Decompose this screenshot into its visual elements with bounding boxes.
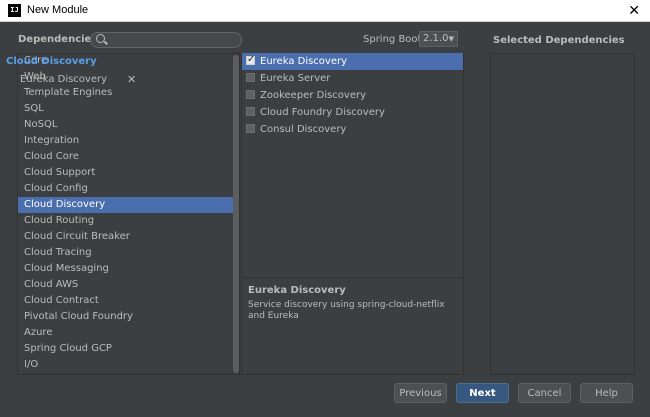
dependency-label: Consul Discovery bbox=[260, 124, 347, 135]
dependency-checkbox[interactable] bbox=[246, 107, 255, 116]
cancel-button[interactable]: Cancel bbox=[518, 383, 571, 403]
category-item[interactable]: Template Engines bbox=[18, 85, 233, 101]
dependency-item[interactable]: Eureka Server bbox=[242, 70, 463, 87]
category-item[interactable]: Cloud Core bbox=[18, 149, 233, 165]
category-item[interactable]: NoSQL bbox=[18, 117, 233, 133]
selected-dependencies-label: Selected Dependencies bbox=[493, 35, 625, 46]
dependency-checkbox[interactable]: ✓ bbox=[246, 54, 256, 65]
dependency-item[interactable]: Cloud Foundry Discovery bbox=[242, 104, 463, 121]
category-item[interactable]: Cloud Support bbox=[18, 165, 233, 181]
dependency-item[interactable]: Consul Discovery bbox=[242, 121, 463, 138]
window-title: New Module bbox=[27, 4, 89, 16]
spring-boot-version-value: 2.1.0 bbox=[423, 33, 449, 44]
search-input[interactable] bbox=[109, 33, 237, 47]
dependency-checkbox[interactable] bbox=[246, 73, 255, 82]
description-title: Eureka Discovery bbox=[248, 285, 346, 296]
dependency-label: Cloud Foundry Discovery bbox=[260, 107, 385, 118]
spring-boot-label: Spring Boot bbox=[363, 34, 422, 45]
intellij-app-icon: IJ bbox=[8, 4, 21, 17]
dependency-item[interactable]: Zookeeper Discovery bbox=[242, 87, 463, 104]
description-text: Service discovery using spring-cloud-net… bbox=[248, 300, 445, 321]
category-item[interactable]: Pivotal Cloud Foundry bbox=[18, 309, 233, 325]
selected-item-eureka-discovery: Eureka Discovery bbox=[20, 74, 108, 85]
category-item[interactable]: Cloud Config bbox=[18, 181, 233, 197]
category-item[interactable]: Cloud Discovery bbox=[18, 197, 233, 213]
chevron-down-icon: ▼ bbox=[448, 35, 454, 43]
selected-group-header: Cloud Discovery bbox=[6, 56, 97, 67]
dependency-label: Eureka Discovery bbox=[260, 56, 348, 67]
dependencies-label: Dependencies bbox=[18, 34, 98, 45]
next-button[interactable]: Next bbox=[456, 383, 509, 403]
remove-icon[interactable]: ✕ bbox=[127, 73, 136, 86]
search-icon bbox=[96, 34, 105, 43]
help-button[interactable]: Help bbox=[580, 383, 633, 403]
category-item[interactable]: Cloud Messaging bbox=[18, 261, 233, 277]
category-item[interactable]: Integration bbox=[18, 133, 233, 149]
selected-dependencies-panel bbox=[490, 53, 635, 375]
spring-boot-version-select[interactable]: 2.1.0 ▼ bbox=[419, 31, 458, 47]
dependency-checkbox[interactable] bbox=[246, 124, 255, 133]
close-icon[interactable]: ✕ bbox=[628, 2, 640, 20]
dependency-item[interactable]: ✓ Eureka Discovery bbox=[242, 53, 463, 70]
title-bar: IJ New Module ✕ bbox=[0, 0, 650, 22]
category-item[interactable]: SQL bbox=[18, 101, 233, 117]
category-item[interactable]: Cloud Routing bbox=[18, 213, 233, 229]
category-item[interactable]: Azure bbox=[18, 325, 233, 341]
checkmark-icon: ✓ bbox=[247, 54, 256, 65]
category-scrollbar-thumb[interactable] bbox=[233, 55, 239, 373]
category-item[interactable]: Cloud Circuit Breaker bbox=[18, 229, 233, 245]
dependency-label: Zookeeper Discovery bbox=[260, 90, 367, 101]
previous-button[interactable]: Previous bbox=[394, 383, 447, 403]
category-item[interactable]: Cloud AWS bbox=[18, 277, 233, 293]
description-divider bbox=[242, 277, 463, 278]
dependency-label: Eureka Server bbox=[260, 73, 331, 84]
category-item[interactable]: Spring Cloud GCP bbox=[18, 341, 233, 357]
category-item[interactable]: Cloud Contract bbox=[18, 293, 233, 309]
dependency-checkbox[interactable] bbox=[246, 90, 255, 99]
category-item[interactable]: Cloud Tracing bbox=[18, 245, 233, 261]
category-item[interactable]: I/O bbox=[18, 357, 233, 373]
search-field[interactable] bbox=[90, 32, 242, 48]
